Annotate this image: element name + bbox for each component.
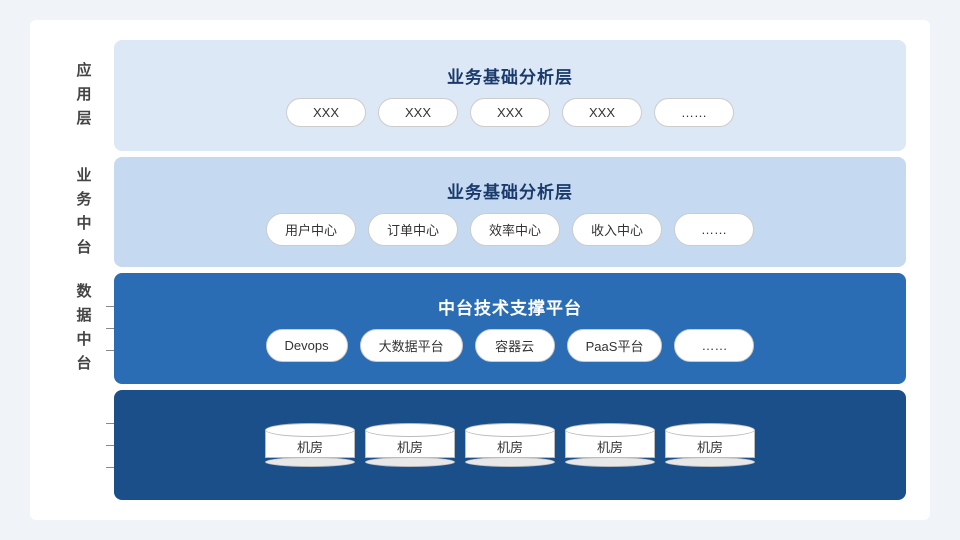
layer-biz: 业 务 中 台 业务基础分析层 用户中心 订单中心 效率中心 收入中心 …… (54, 157, 906, 268)
app-card-1: XXX (286, 98, 366, 127)
layer-data-content: 中台技术支撑平台 Devops 大数据平台 容器云 PaaS平台 …… (114, 273, 906, 384)
biz-card-5: …… (674, 213, 754, 246)
cyl-3-top (465, 423, 555, 437)
layer-app-title: 业务基础分析层 (447, 63, 573, 88)
tick-base-top (106, 423, 114, 424)
layer-data-cards: Devops 大数据平台 容器云 PaaS平台 …… (130, 329, 890, 362)
cyl-1-bottom (265, 457, 355, 467)
cyl-5-bottom (665, 457, 755, 467)
cylinder-2: 机房 (365, 423, 455, 467)
data-card-5: …… (674, 329, 754, 362)
layer-biz-content: 业务基础分析层 用户中心 订单中心 效率中心 收入中心 …… (114, 157, 906, 268)
data-card-4: PaaS平台 (567, 329, 663, 362)
biz-card-3: 效率中心 (470, 213, 560, 246)
layer-app-content: 业务基础分析层 XXX XXX XXX XXX …… (114, 40, 906, 151)
cyl-2-bottom (365, 457, 455, 467)
layer-base-content: 机房 机房 机房 (114, 390, 906, 501)
tick-base-mid (106, 445, 114, 446)
layer-data-label: 数 据 中 台 (54, 273, 114, 384)
cyl-5-top (665, 423, 755, 437)
app-card-3: XXX (470, 98, 550, 127)
app-card-4: XXX (562, 98, 642, 127)
cylinder-1: 机房 (265, 423, 355, 467)
cyl-4-top (565, 423, 655, 437)
data-card-2: 大数据平台 (360, 329, 463, 362)
cyl-4-bottom (565, 457, 655, 467)
architecture-diagram: 应 用 层 业务基础分析层 XXX XXX XXX XXX …… 业 务 中 台… (30, 20, 930, 520)
biz-card-4: 收入中心 (572, 213, 662, 246)
cyl-1-top (265, 423, 355, 437)
tick-data-top (106, 306, 114, 307)
cylinder-3: 机房 (465, 423, 555, 467)
tick-base-bot (106, 467, 114, 468)
cylinder-5: 机房 (665, 423, 755, 467)
app-card-2: XXX (378, 98, 458, 127)
tick-data-bot (106, 350, 114, 351)
layer-biz-cards: 用户中心 订单中心 效率中心 收入中心 …… (130, 213, 890, 246)
layer-biz-title: 业务基础分析层 (447, 178, 573, 203)
layer-data-title: 中台技术支撑平台 (438, 294, 582, 319)
tick-data-mid (106, 328, 114, 329)
layer-app-label: 应 用 层 (54, 40, 114, 151)
layer-base: 基 础 资 源 机房 机房 (54, 390, 906, 501)
layer-base-label: 基 础 资 源 (54, 390, 114, 501)
biz-card-1: 用户中心 (266, 213, 356, 246)
cyl-3-bottom (465, 457, 555, 467)
data-card-3: 容器云 (475, 329, 555, 362)
data-card-1: Devops (266, 329, 348, 362)
layer-biz-label: 业 务 中 台 (54, 157, 114, 268)
layer-data: 数 据 中 台 中台技术支撑平台 Devops 大数据平台 容器云 PaaS平台… (54, 273, 906, 384)
layer-app-cards: XXX XXX XXX XXX …… (130, 98, 890, 127)
biz-card-2: 订单中心 (368, 213, 458, 246)
cyl-2-top (365, 423, 455, 437)
layer-app: 应 用 层 业务基础分析层 XXX XXX XXX XXX …… (54, 40, 906, 151)
app-card-5: …… (654, 98, 734, 127)
layer-base-cylinders: 机房 机房 机房 (130, 423, 890, 467)
cylinder-4: 机房 (565, 423, 655, 467)
